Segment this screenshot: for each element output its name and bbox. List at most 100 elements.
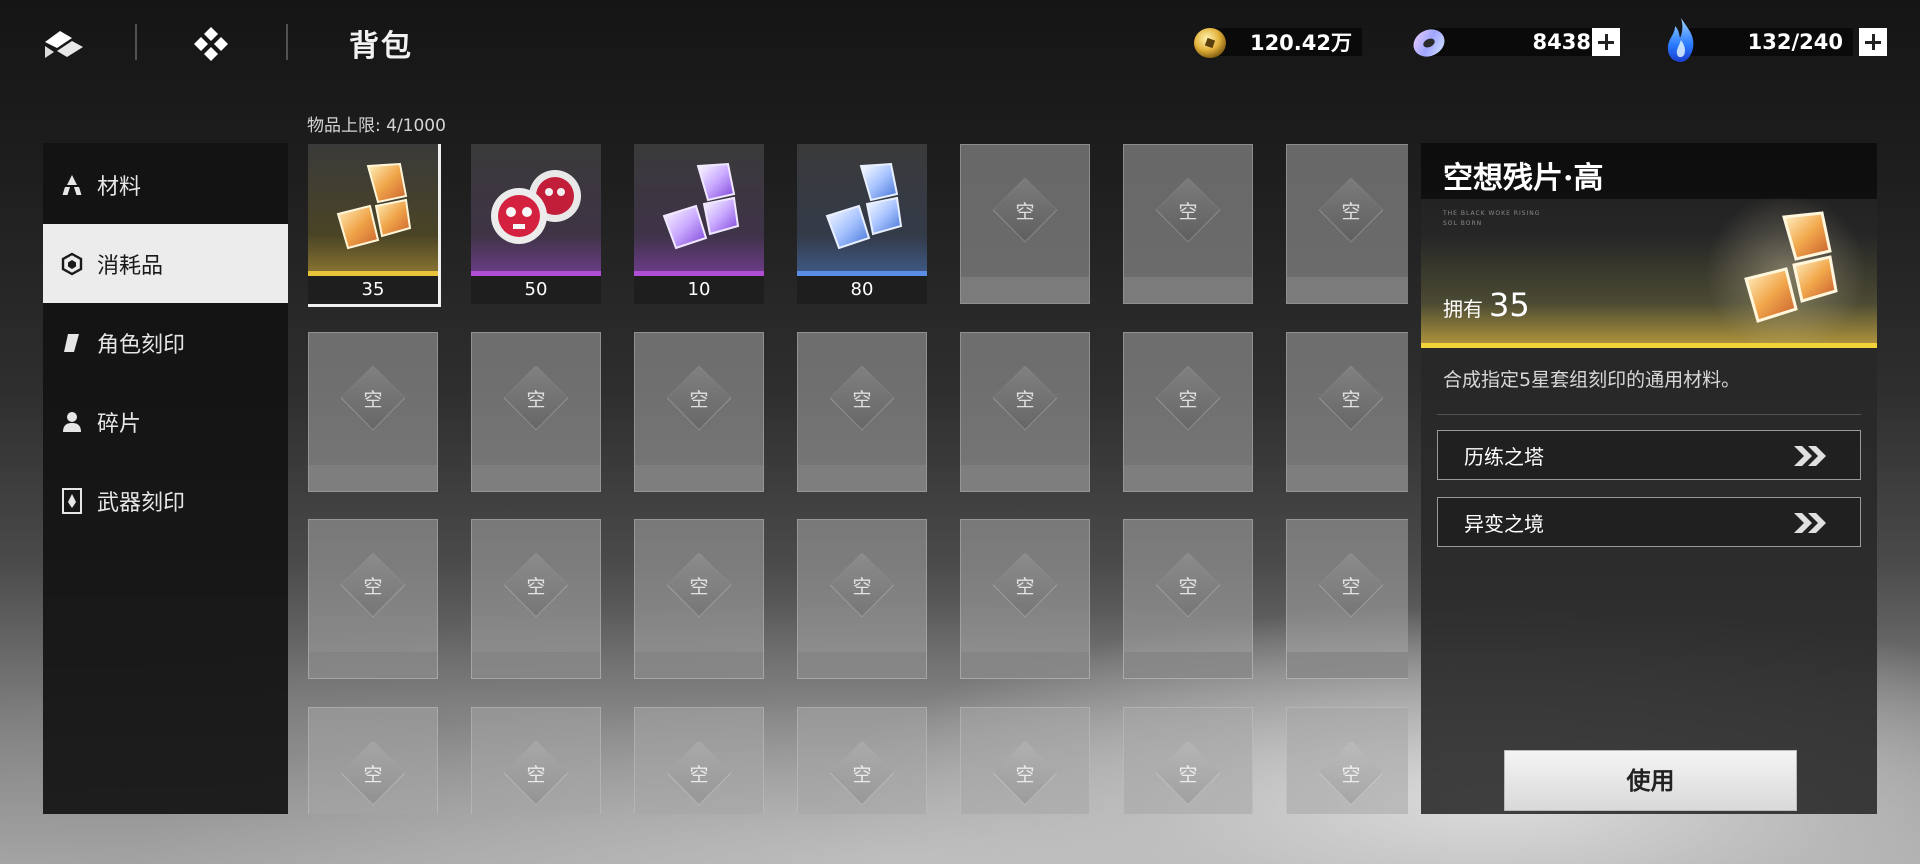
empty-label: 空 [1015,201,1035,223]
weapon-imprint-icon [59,487,85,514]
sidebar-item-label: 消耗品 [97,253,164,279]
empty-label: 空 [1178,201,1198,223]
source-label: 历练之塔 [1464,444,1544,469]
gold-fragment-large-icon [1706,193,1866,348]
inventory-slot-empty[interactable]: 空 [1286,332,1408,492]
inventory-slot-empty[interactable]: 空 [960,519,1090,679]
inventory-slot-empty[interactable]: 空 [1123,332,1253,492]
consumable-icon [59,251,85,277]
inventory-slot-empty[interactable]: 空 [1123,519,1253,679]
inventory-slot-empty[interactable]: 空 [1286,519,1408,679]
empty-label: 空 [689,764,709,786]
currency-stamina-value: 132/240 [1683,28,1853,56]
inventory-slot-empty[interactable]: 空 [308,519,438,679]
empty-label: 空 [1341,389,1361,411]
inventory-slot[interactable]: 35 [308,144,441,307]
red-skull-orbs-icon [471,144,601,274]
slot-footer [798,652,926,678]
inventory-slot-empty[interactable]: 空 [471,519,601,679]
slot-footer [1124,652,1252,678]
slot-footer [798,465,926,491]
owned-value: 35 [1489,286,1530,324]
rarity-accent-line [1421,343,1877,348]
empty-label: 空 [526,576,546,598]
source-link-tower[interactable]: 历练之塔 [1437,430,1861,480]
inventory-slot-empty[interactable]: 空 [634,332,764,492]
currency-gold-value: 120.42万 [1212,28,1362,56]
inventory-slot-empty[interactable]: 空 [308,707,438,814]
material-icon [59,172,85,198]
slot-footer [309,465,437,491]
slot-footer [1287,652,1408,678]
empty-label: 空 [689,576,709,598]
inventory-slot-empty[interactable]: 空 [960,144,1090,304]
inventory-slot-empty[interactable]: 空 [634,707,764,814]
inventory-slot-empty[interactable]: 空 [1286,144,1408,304]
empty-label: 空 [852,576,872,598]
source-label: 异变之境 [1464,511,1544,536]
character-imprint-icon [59,330,85,356]
blue-flame-icon [1661,16,1701,64]
slot-footer [635,465,763,491]
inventory-slot-empty[interactable]: 空 [308,332,438,492]
currency-crystal: 8438 [1409,22,1649,62]
sidebar-item-character-imprint[interactable]: 角色刻印 [43,303,288,382]
empty-label: 空 [1178,764,1198,786]
inventory-slot-empty[interactable]: 空 [960,332,1090,492]
inventory-slot-empty[interactable]: 空 [797,519,927,679]
item-detail-panel: 空想残片·高 THE BLACK WOKE RISING SOL BORN 拥有… [1421,143,1877,814]
slot-footer [472,465,600,491]
inventory-slot-empty[interactable]: 空 [797,707,927,814]
slot-footer [961,465,1089,491]
home-diamond-icon[interactable] [188,22,234,66]
empty-label: 空 [363,389,383,411]
category-list: 材料 消耗品 角色刻印 碎片 武器刻印 [43,145,288,540]
inventory-slot-empty[interactable]: 空 [634,519,764,679]
slot-footer [1124,465,1252,491]
inventory-slot-empty[interactable]: 空 [1123,707,1253,814]
sidebar-item-label: 材料 [97,174,142,200]
gold-fragment-icon [308,144,438,274]
empty-label: 空 [1015,576,1035,598]
owned-label: 拥有 [1443,297,1483,321]
empty-label: 空 [852,764,872,786]
item-tagline: THE BLACK WOKE RISING SOL BORN [1443,210,1541,227]
inventory-slot-empty[interactable]: 空 [471,332,601,492]
inventory-slot[interactable]: 10 [634,144,764,304]
empty-label: 空 [526,389,546,411]
inventory-slot[interactable]: 80 [797,144,927,304]
inventory-slot-empty[interactable]: 空 [960,707,1090,814]
slot-footer [1287,277,1408,303]
back-chevron-icon[interactable] [41,22,87,66]
inventory-slot[interactable]: 50 [471,144,601,304]
empty-label: 空 [852,389,872,411]
source-link-anomaly[interactable]: 异变之境 [1437,497,1861,547]
slot-footer [635,652,763,678]
sidebar-item-consumables[interactable]: 消耗品 [43,224,288,303]
page-title: 背包 [349,29,413,64]
add-crystal-button[interactable] [1592,28,1620,56]
crystal-ring-icon [1409,22,1449,62]
currency-gold: 120.42万 [1190,22,1370,62]
add-stamina-button[interactable] [1859,28,1887,56]
item-detail-header: 空想残片·高 THE BLACK WOKE RISING SOL BORN 拥有… [1421,143,1877,348]
inventory-slot-empty[interactable]: 空 [1123,144,1253,304]
empty-label: 空 [363,764,383,786]
sidebar-item-weapon-imprint[interactable]: 武器刻印 [43,461,288,540]
empty-label: 空 [1341,201,1361,223]
sidebar-item-label: 武器刻印 [97,490,186,516]
item-count: 80 [797,276,927,304]
empty-label: 空 [526,764,546,786]
inventory-slot-empty[interactable]: 空 [797,332,927,492]
empty-label: 空 [1341,764,1361,786]
inventory-slot-empty[interactable]: 空 [1286,707,1408,814]
inventory-slot-empty[interactable]: 空 [471,707,601,814]
item-count: 50 [471,276,601,304]
gold-coin-icon [1190,22,1230,62]
empty-label: 空 [1015,764,1035,786]
use-button[interactable]: 使用 [1504,750,1797,811]
sidebar-item-fragments[interactable]: 碎片 [43,382,288,461]
inventory-capacity: 物品上限: 4/1000 [307,116,446,136]
sidebar-item-label: 角色刻印 [97,332,186,358]
sidebar-item-materials[interactable]: 材料 [43,145,288,224]
